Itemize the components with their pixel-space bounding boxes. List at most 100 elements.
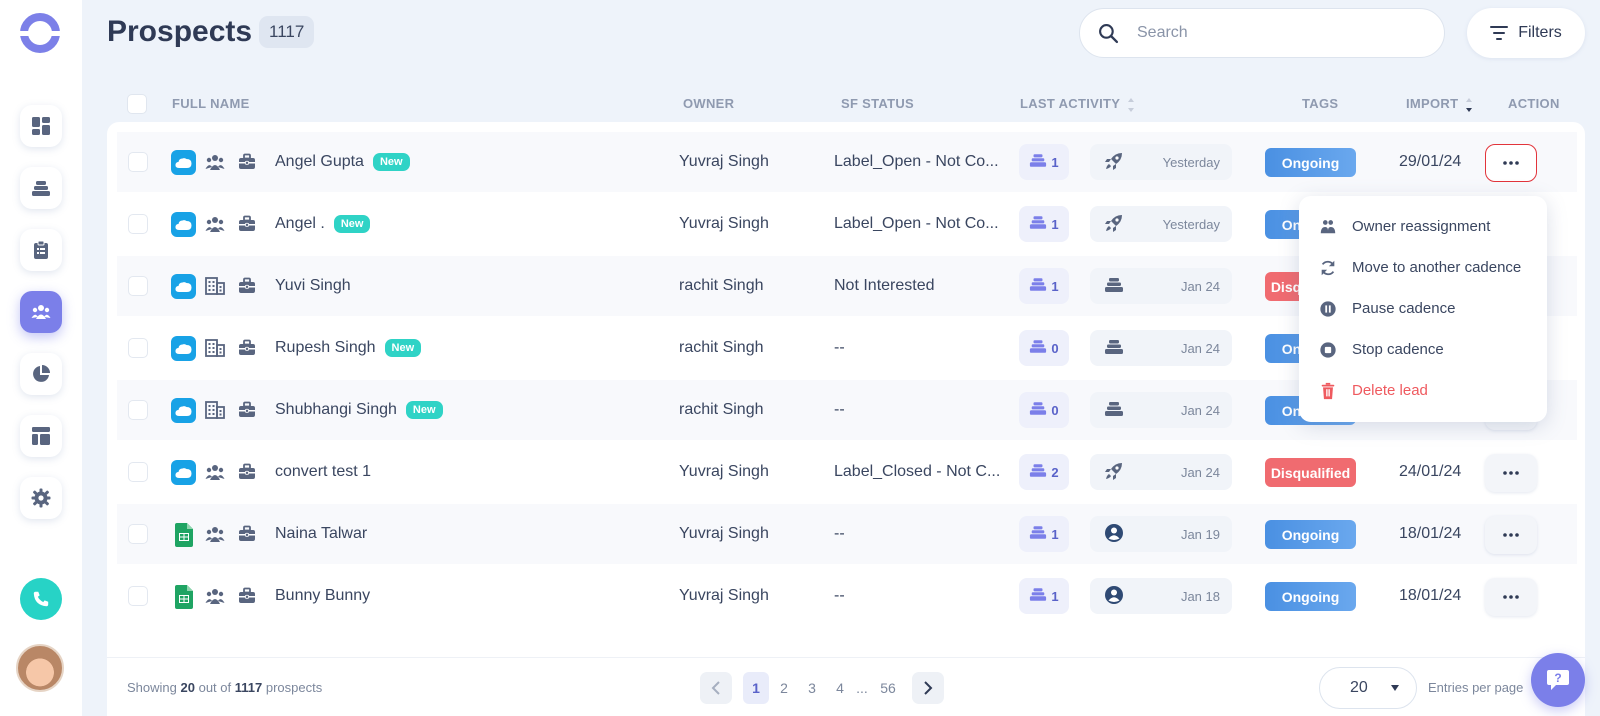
row-actions-button[interactable] [1485,144,1537,182]
cadence-count[interactable]: 0 [1019,392,1069,428]
new-badge: New [333,215,371,233]
cadence-icon [1029,463,1047,481]
last-activity[interactable]: Jan 24 [1090,268,1232,304]
cadence-count[interactable]: 0 [1019,330,1069,366]
owner-cell: Yuvraj Singh [679,153,769,170]
last-activity[interactable]: Yesterday [1090,144,1232,180]
cadence-count[interactable]: 1 [1019,144,1069,180]
pause-cadence-item[interactable]: Pause cadence [1299,288,1547,329]
row-checkbox[interactable] [128,214,148,234]
prospect-name-cell[interactable]: convert test 1 [275,442,371,502]
last-activity[interactable]: Yesterday [1090,206,1232,242]
caret-down-icon [1391,685,1399,691]
last-activity[interactable]: Jan 19 [1090,516,1232,552]
source-salesforce-icon [171,274,196,299]
page-1-button[interactable]: 1 [743,672,769,704]
row-checkbox[interactable] [128,586,148,606]
row-actions-button[interactable] [1485,454,1537,492]
cadence-count-value: 0 [1051,402,1059,418]
table-row: Bunny Bunny Yuvraj Singh -- 1 Jan 18 Ongoing 1… [117,566,1577,626]
next-page-button[interactable] [912,672,944,704]
prospect-name-cell[interactable]: Angel Gupta New [275,132,410,192]
call-button[interactable] [20,578,62,620]
column-header-last-activity[interactable]: LAST ACTIVITY [1020,96,1135,113]
building-icon [205,339,225,357]
dashboard-icon [32,117,50,135]
prospect-name[interactable]: Shubhangi Singh [275,401,397,419]
column-header-import[interactable]: IMPORT [1406,96,1473,113]
cadence-count[interactable]: 1 [1019,516,1069,552]
cadence-count[interactable]: 1 [1019,578,1069,614]
prospect-name[interactable]: Rupesh Singh [275,339,376,357]
prospect-name-cell[interactable]: Angel . New [275,194,371,254]
reports-nav-button[interactable] [20,353,62,395]
tasks-nav-button[interactable] [20,229,62,271]
cadence-count-value: 1 [1051,154,1059,170]
row-actions-button[interactable] [1485,516,1537,554]
gear-icon [31,488,51,508]
move-cadence-item[interactable]: Move to another cadence [1299,247,1547,288]
showing-count: 20 [180,680,195,695]
prospect-name[interactable]: Bunny Bunny [275,587,370,605]
last-activity-date: Yesterday [1162,216,1220,232]
dashboard-nav-button[interactable] [20,105,62,147]
prospect-name-cell[interactable]: Yuvi Singh [275,256,351,316]
row-checkbox[interactable] [128,276,148,296]
settings-nav-button[interactable] [20,477,62,519]
last-activity[interactable]: Jan 18 [1090,578,1232,614]
stop-icon [1319,341,1352,359]
row-checkbox[interactable] [128,338,148,358]
last-activity[interactable]: Jan 24 [1090,454,1232,490]
rocket-icon [1104,151,1124,174]
cadences-nav-button[interactable] [20,167,62,209]
stop-cadence-item[interactable]: Stop cadence [1299,329,1547,370]
prospect-name[interactable]: Yuvi Singh [275,277,351,295]
search-input[interactable] [1137,24,1417,42]
last-activity[interactable]: Jan 24 [1090,330,1232,366]
delete-lead-item[interactable]: Delete lead [1299,370,1547,411]
prospect-name-cell[interactable]: Rupesh Singh New [275,318,422,378]
templates-nav-button[interactable] [20,415,62,457]
prospect-name-cell[interactable]: Bunny Bunny [275,566,370,626]
row-checkbox[interactable] [128,400,148,420]
row-checkbox[interactable] [128,524,148,544]
prospect-name-cell[interactable]: Shubhangi Singh New [275,380,443,440]
select-all-checkbox[interactable] [127,94,147,114]
sf-status-cell: Label_Open - Not Co... [834,153,999,170]
cadence-count[interactable]: 1 [1019,268,1069,304]
page-title: Prospects [107,15,253,48]
contacts-icon [205,215,225,233]
help-chat-icon: ? [1547,670,1569,690]
cadence-count[interactable]: 2 [1019,454,1069,490]
owner-cell: rachit Singh [679,339,764,356]
prospect-name-cell[interactable]: Naina Talwar [275,504,367,564]
last-activity[interactable]: Jan 24 [1090,392,1232,428]
page-3-button[interactable]: 3 [799,672,825,704]
briefcase-icon [238,463,256,481]
page-56-button[interactable]: 56 [873,672,903,704]
owner-cell: Yuvraj Singh [679,215,769,232]
prospects-nav-button[interactable] [20,291,62,333]
filters-label: Filters [1518,24,1562,41]
showing-prefix: Showing [127,680,177,695]
user-avatar[interactable] [16,644,64,692]
filters-button[interactable]: Filters [1467,8,1585,58]
help-chat-button[interactable]: ? [1531,653,1585,707]
prospect-name[interactable]: convert test 1 [275,463,371,481]
cadence-icon [1104,401,1124,420]
prospect-name[interactable]: Angel Gupta [275,153,364,171]
owner-cell: Yuvraj Singh [679,525,769,542]
row-checkbox[interactable] [128,152,148,172]
page-2-button[interactable]: 2 [771,672,797,704]
app-logo[interactable] [18,13,62,53]
owner-reassignment-item[interactable]: Owner reassignment [1299,206,1547,247]
cadence-count[interactable]: 1 [1019,206,1069,242]
prospect-name[interactable]: Naina Talwar [275,525,367,543]
previous-page-button[interactable] [700,672,732,704]
search-bar[interactable] [1079,8,1445,58]
prospect-name[interactable]: Angel . [275,215,325,233]
status-tag: Ongoing [1265,582,1356,611]
row-checkbox[interactable] [128,462,148,482]
row-actions-button[interactable] [1485,578,1537,616]
entries-per-page-select[interactable]: 20 [1319,667,1417,709]
